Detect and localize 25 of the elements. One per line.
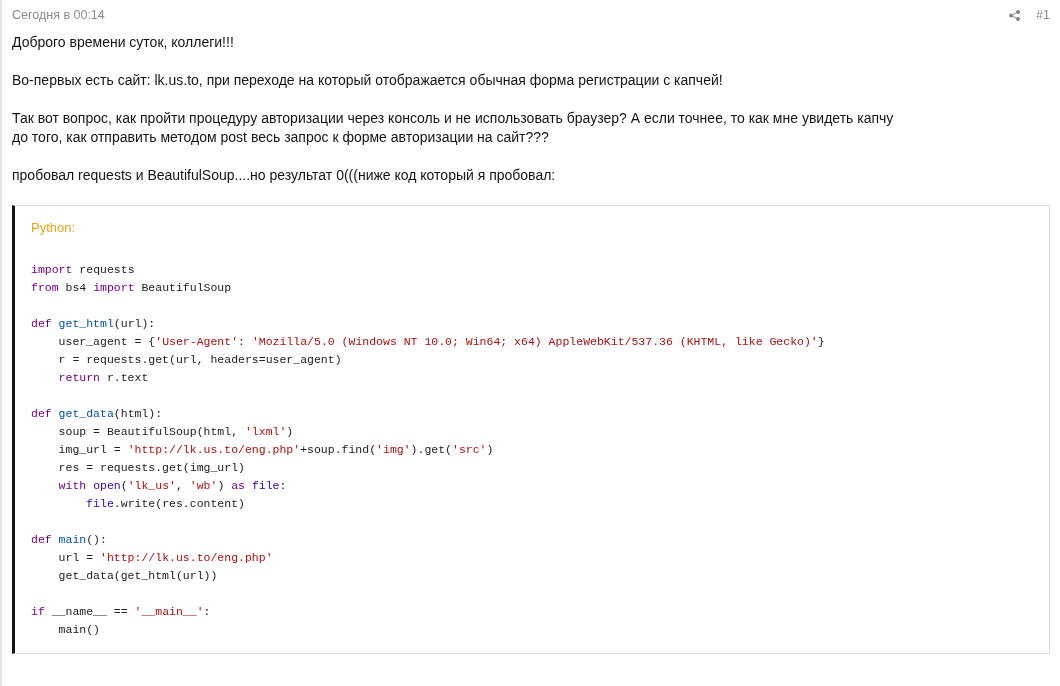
code-line: r = requests.get(url, headers=user_agent) [57, 352, 343, 369]
code-line: get_data(get_html(url)) [57, 568, 219, 585]
share-icon[interactable] [1009, 9, 1021, 21]
code-line: url = 'http://lk.us.to/eng.php' [57, 550, 274, 567]
code-line: res = requests.get(img_url) [57, 460, 246, 477]
code-line: with open('lk_us', 'wb') as file: [57, 478, 288, 495]
post-paragraph: Во-первых есть сайт: lk.us.to, при переходе на который отображается обычная форма регистрации с капчей! [12, 70, 724, 90]
code-line: user_agent = {'User-Agent': 'Mozilla/5.0 (Windows NT 10.0; Win64; x64) AppleWebKit/537.36 (KHTML, like Gecko)'} [57, 334, 826, 351]
post-paragraph: Так вот вопрос, как пройти процедуру авторизации через консоль и не использовать браузер? А если точнее, то как мне увидеть капчу до того, как отправить методом post весь запрос к форме авторизации на сайт??? [12, 108, 895, 147]
code-line: if __name__ == '__main__': [31, 604, 212, 621]
code-line: soup = BeautifulSoup(html, 'lxml') [57, 424, 295, 441]
code-line: main() [57, 622, 101, 639]
post-date: Сегодня в 00:14 [12, 7, 105, 24]
code-line: file.write(res.content) [85, 496, 246, 513]
code-language-label: Python: [31, 218, 77, 237]
code-line: def main(): [31, 532, 108, 549]
code-line: img_url = 'http://lk.us.to/eng.php'+soup.find('img').get('src') [57, 442, 495, 459]
code-line: from bs4 import BeautifulSoup [31, 280, 233, 297]
post-paragraph: пробовал requests и BeautifulSoup....но результат 0(((ниже код который я пробовал: [12, 165, 557, 185]
code-line: def get_data(html): [31, 406, 164, 423]
code-line: def get_html(url): [31, 316, 157, 333]
post-paragraph: Доброго времени суток, коллеги!!! [12, 32, 235, 52]
code-line: import requests [31, 262, 136, 279]
post-number-link[interactable]: #1 [1036, 6, 1050, 25]
code-line: return r.text [57, 370, 150, 387]
